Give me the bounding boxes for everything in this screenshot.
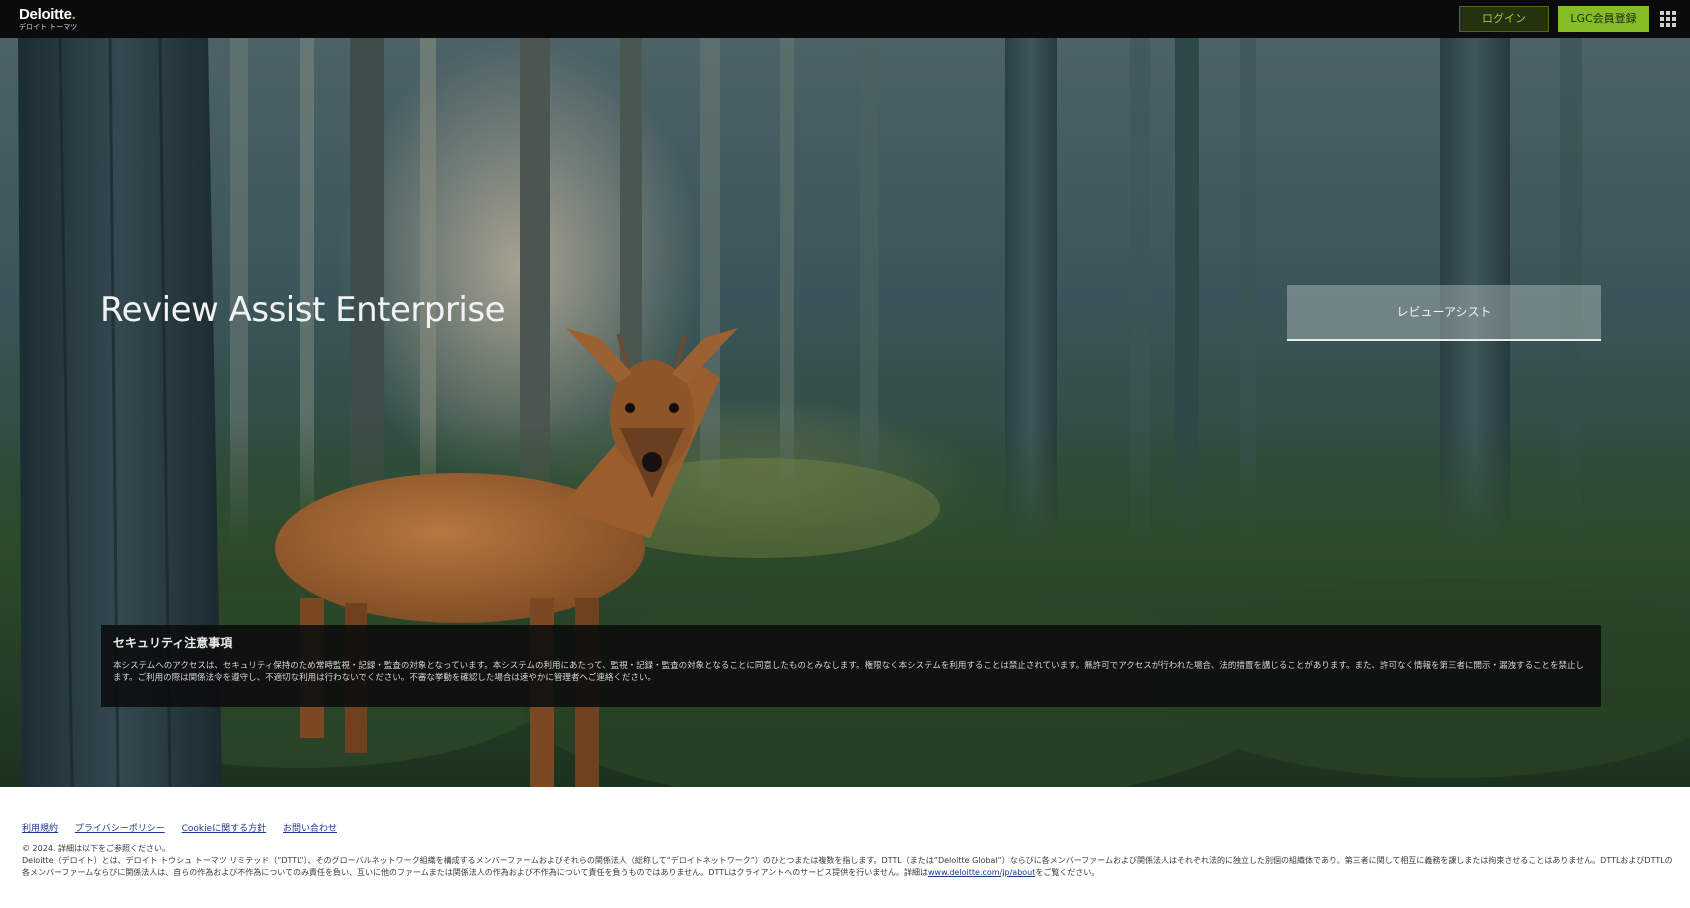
deloitte-logo[interactable]: Deloitte. デロイト トーマツ [19, 7, 77, 31]
footer-about-link[interactable]: www.deloitte.com/jp/about [928, 868, 1035, 877]
signup-button[interactable]: LGC会員登録 [1558, 6, 1649, 32]
security-notice-body: 本システムへのアクセスは、セキュリティ保持のため常時監視・記録・監査の対象となっ… [113, 661, 1585, 683]
security-notice-panel: セキュリティ注意事項 本システムへのアクセスは、セキュリティ保持のため常時監視・… [101, 625, 1601, 707]
page-title: Review Assist Enterprise [100, 290, 506, 330]
logo-subtitle: デロイト トーマツ [19, 23, 78, 31]
footer-copyright: © 2024. 詳細は以下をご参照ください。 [22, 844, 170, 853]
footer-link-contact[interactable]: お問い合わせ [283, 824, 337, 834]
logo-green-dot: . [71, 6, 76, 23]
footer-link-terms[interactable]: 利用規約 [22, 824, 58, 834]
top-navigation-bar: Deloitte. デロイト トーマツ ログイン LGC会員登録 [0, 0, 1690, 38]
grid-icon[interactable] [1660, 11, 1676, 27]
login-button[interactable]: ログイン [1459, 6, 1549, 32]
footer-links: 利用規約 プライバシーポリシー Cookieに関する方針 お問い合わせ [22, 821, 351, 834]
hero-section: Review Assist Enterprise レビューアシスト セキュリティ… [0, 38, 1690, 787]
footer-link-cookie[interactable]: Cookieに関する方針 [182, 824, 267, 834]
security-notice-title: セキュリティ注意事項 [113, 636, 233, 650]
footer-legal-text: © 2024. 詳細は以下をご参照ください。 Deloitte（デロイト）とは、… [22, 843, 1677, 879]
footer-legal-end: をご覧ください。 [1035, 868, 1100, 877]
footer: 利用規約 プライバシーポリシー Cookieに関する方針 お問い合わせ © 20… [0, 787, 1690, 908]
footer-legal-body: Deloitte（デロイト）とは、デロイト トウシュ トーマツ リミテッド（“D… [22, 856, 1673, 877]
footer-link-privacy[interactable]: プライバシーポリシー [75, 824, 165, 834]
logo-wordmark: Deloitte [19, 6, 72, 23]
review-assist-button[interactable]: レビューアシスト [1287, 285, 1601, 341]
